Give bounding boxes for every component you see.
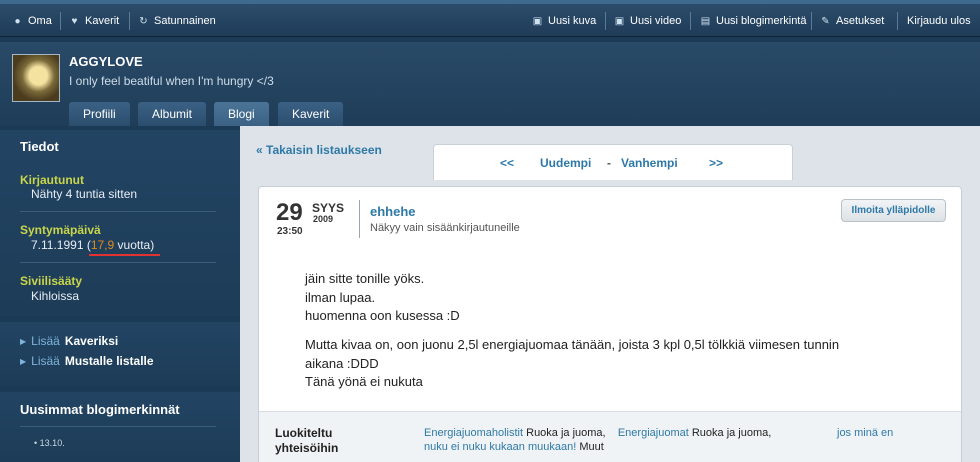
- nav-uusi-video[interactable]: ▣ Uusi video: [614, 13, 682, 29]
- pager-prev-arrows[interactable]: <<: [500, 156, 514, 170]
- nav-kirjaudu-ulos[interactable]: Kirjaudu ulos: [907, 13, 971, 29]
- post-title[interactable]: ehhehe: [370, 204, 416, 219]
- add-blacklist-prefix: Lisää: [31, 354, 60, 368]
- nav-oma-label: Oma: [28, 15, 52, 27]
- nav-uusi-blogimerkinta-label: Uusi blogimerkintä: [716, 15, 807, 27]
- nav-uusi-kuva-label: Uusi kuva: [548, 15, 597, 27]
- tab-blogi[interactable]: Blogi: [214, 102, 269, 127]
- annotation-underline: [89, 254, 160, 256]
- nav-asetukset[interactable]: ✎ Asetukset: [820, 13, 884, 29]
- document-icon: ▤: [700, 15, 711, 27]
- pager-newer-link[interactable]: Uudempi: [540, 156, 591, 170]
- video-icon: ▣: [614, 15, 625, 27]
- image-icon: ▣: [532, 15, 543, 27]
- info-title: Tiedot: [20, 139, 59, 154]
- nav-kaverit[interactable]: ♥ Kaverit: [69, 13, 120, 29]
- nav-kirjaudu-ulos-label: Kirjaudu ulos: [907, 15, 971, 27]
- back-to-list-link[interactable]: « Takaisin listaukseen: [256, 143, 382, 157]
- date-divider: [359, 200, 360, 238]
- top-navigation: ● Oma ♥ Kaverit ↻ Satunnainen ▣ Uusi kuv…: [0, 0, 980, 37]
- post-body-line: Tänä yönä ei nukuta: [305, 374, 423, 389]
- add-friend-label: Kaveriksi: [64, 334, 119, 348]
- category-link[interactable]: jos minä en: [837, 427, 893, 439]
- category-link[interactable]: Energiajuomaholistit: [424, 427, 523, 439]
- marital-value: Kihloissa: [31, 289, 80, 303]
- avatar[interactable]: [12, 54, 60, 102]
- bullet-arrow-icon: ▶: [20, 356, 27, 366]
- pager-next-arrows[interactable]: >>: [709, 156, 723, 170]
- categories-line-2: nuku ei nuku kukaan muukaan! Muut: [424, 441, 604, 453]
- nav-oma[interactable]: ● Oma: [12, 13, 52, 29]
- category-text: Muut: [576, 441, 604, 453]
- nav-asetukset-label: Asetukset: [836, 15, 885, 27]
- birthday-age: 17,9: [90, 238, 115, 252]
- user-icon: ●: [14, 15, 21, 27]
- post-pager: << Uudempi - Vanhempi >>: [433, 144, 793, 180]
- birthday-date: 7.11.1991 (: [31, 238, 91, 252]
- category-text: Ruoka ja juoma,: [523, 427, 606, 439]
- tab-profiili[interactable]: Profiili: [69, 102, 130, 127]
- birthday-label: Syntymäpäivä: [20, 223, 101, 237]
- profile-tagline: I only feel beatiful when I'm hungry </3: [69, 74, 274, 88]
- profile-header: AGGYLOVE I only feel beatiful when I'm h…: [0, 42, 980, 127]
- birthday-suffix: vuotta): [114, 238, 155, 252]
- bullet-arrow-icon: ▶: [20, 336, 27, 346]
- post-body-line: Mutta kivaa on, oon juonu 2,5l energiaju…: [305, 337, 840, 352]
- add-friend-prefix: Lisää: [31, 334, 60, 348]
- refresh-icon: ↻: [139, 15, 148, 27]
- birthday-value: 7.11.1991 (17,9 vuotta): [31, 238, 154, 252]
- add-blacklist-link[interactable]: ▶ Lisää Mustalle listalle: [20, 354, 154, 368]
- report-button[interactable]: Ilmoita ylläpidolle: [841, 199, 946, 222]
- pager-older-link[interactable]: Vanhempi: [621, 156, 678, 170]
- bullet-dot-icon: •: [34, 438, 38, 448]
- pager-dash: -: [607, 156, 611, 170]
- logged-in-label: Kirjautunut: [20, 173, 84, 187]
- marital-label: Siviilisääty: [20, 274, 83, 288]
- profile-username[interactable]: AGGYLOVE: [69, 54, 143, 69]
- post-body-line: huomenna oon kusessa :D: [305, 308, 460, 323]
- nav-uusi-kuva[interactable]: ▣ Uusi kuva: [532, 13, 597, 29]
- post-year: 2009: [313, 214, 334, 224]
- heart-icon: ♥: [71, 15, 78, 27]
- post-body-line: ilman lupaa.: [305, 290, 376, 305]
- post-body-line: jäin sitte tonille yöks.: [305, 271, 425, 286]
- tab-albumit[interactable]: Albumit: [138, 102, 207, 127]
- latest-item-date[interactable]: • 13.10.: [34, 438, 65, 448]
- category-text: Ruoka ja juoma,: [688, 427, 772, 439]
- post-time: 23:50: [277, 226, 303, 237]
- add-blacklist-label: Mustalle listalle: [64, 354, 154, 368]
- categories-line-1: Energiajuomaholistit Ruoka ja juoma, Ene…: [424, 427, 781, 439]
- category-link-wrap: jos minä en: [837, 427, 893, 439]
- latest-item-date-text: 13.10.: [39, 438, 65, 448]
- categories-label: Luokiteltu yhteisöihin: [275, 426, 339, 455]
- nav-uusi-blogimerkinta[interactable]: ▤ Uusi blogimerkintä: [700, 13, 807, 29]
- wrench-icon: ✎: [821, 15, 830, 27]
- post-day: 29: [276, 199, 303, 226]
- tab-kaverit[interactable]: Kaverit: [278, 102, 344, 127]
- post-body-line: aikana :DDD: [305, 356, 379, 371]
- logged-in-value: Nähty 4 tuntia sitten: [31, 187, 138, 201]
- latest-title: Uusimmat blogimerkinnät: [20, 402, 180, 417]
- nav-satunnainen-label: Satunnainen: [154, 15, 216, 27]
- category-link-cont[interactable]: nuku ei nuku kukaan muukaan!: [424, 441, 576, 453]
- post-month: SYYS: [312, 201, 345, 215]
- nav-satunnainen[interactable]: ↻ Satunnainen: [138, 13, 216, 29]
- category-link[interactable]: Energiajuomat: [618, 427, 689, 439]
- post-visibility: Näkyy vain sisäänkirjautuneille: [370, 222, 520, 234]
- add-friend-link[interactable]: ▶ Lisää Kaveriksi: [20, 334, 118, 348]
- nav-kaverit-label: Kaverit: [85, 15, 120, 27]
- nav-uusi-video-label: Uusi video: [630, 15, 682, 27]
